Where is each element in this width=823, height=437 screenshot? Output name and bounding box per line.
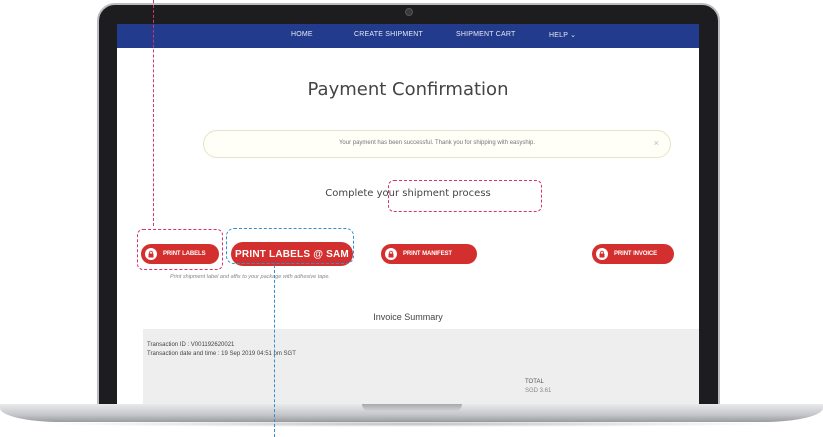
print-invoice-label: PRINT INVOICE [614, 251, 658, 257]
nav-shipment-cart[interactable]: SHIPMENT CART [456, 31, 516, 38]
laptop-notch [362, 404, 462, 411]
invoice-summary-title: Invoice Summary [373, 312, 443, 322]
laptop-shadow [40, 421, 783, 427]
print-labels-helper-text: Print shipment label and affix to your p… [170, 274, 330, 280]
page-title: Payment Confirmation [307, 79, 509, 100]
print-manifest-button[interactable]: PRINT MANIFEST [381, 244, 477, 264]
nav-home[interactable]: HOME [291, 31, 313, 38]
alert-message: Your payment has been successful. Thank … [338, 140, 536, 146]
lock-icon [385, 248, 397, 260]
invoice-summary-panel [143, 329, 699, 406]
transaction-id: Transaction ID : V001192620021 [147, 342, 235, 348]
success-alert: Your payment has been successful. Thank … [203, 130, 671, 158]
nav-help[interactable]: HELP ⌄ [549, 31, 576, 39]
lock-icon [596, 248, 608, 260]
print-invoice-button[interactable]: PRINT INVOICE [592, 244, 674, 264]
nav-create-shipment[interactable]: CREATE SHIPMENT [354, 31, 423, 38]
annotation-box-print-labels-sam [226, 228, 354, 264]
camera-icon [405, 8, 413, 16]
annotation-line-blue [274, 265, 275, 437]
close-icon[interactable]: × [654, 138, 659, 148]
annotation-box-print-labels [137, 229, 223, 270]
annotation-line-pink [153, 0, 154, 226]
total-label: TOTAL [525, 379, 544, 385]
print-manifest-label: PRINT MANIFEST [403, 251, 452, 257]
top-nav: HOME CREATE SHIPMENT SHIPMENT CART HELP … [117, 24, 699, 48]
total-value: SGD 3.61 [525, 388, 552, 394]
annotation-box-subtitle [388, 180, 542, 212]
laptop-screen: HOME CREATE SHIPMENT SHIPMENT CART HELP … [117, 24, 699, 406]
